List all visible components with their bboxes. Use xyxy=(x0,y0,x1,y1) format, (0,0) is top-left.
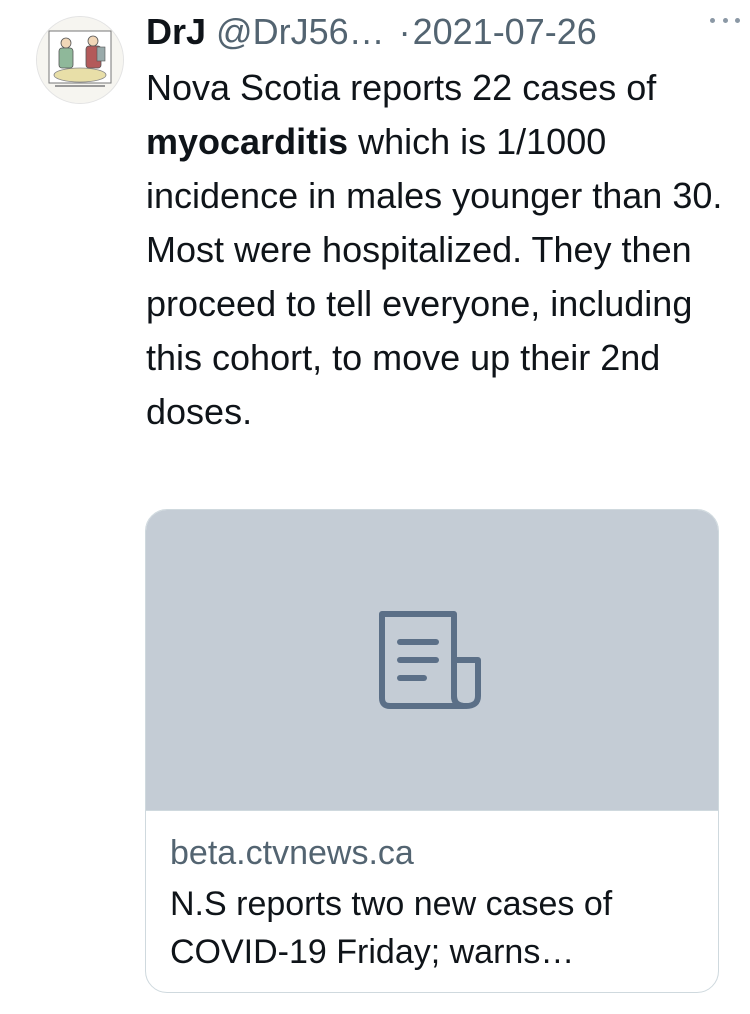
tweet-text: Nova Scotia reports 22 cases of myocardi… xyxy=(146,61,726,439)
link-card-domain: beta.ctvnews.ca xyxy=(170,834,414,872)
link-card-media xyxy=(146,510,718,811)
article-icon xyxy=(379,611,481,709)
ellipsis-icon[interactable] xyxy=(710,10,740,30)
cartoon-avatar-icon xyxy=(37,17,123,103)
tweet-text-part: Nova Scotia reports 22 cases of xyxy=(146,67,657,108)
tweet-text-bold: myocarditis xyxy=(146,121,349,162)
display-name[interactable]: DrJ xyxy=(146,10,206,54)
link-card-title: N.S reports two new cases of COVID-19 Fr… xyxy=(170,885,613,971)
tweet-text-part: which is 1/1000 incidence in males young… xyxy=(146,121,723,432)
tweet-header: DrJ @DrJ56… · 2021-07-26 xyxy=(146,10,726,54)
link-card[interactable]: beta.ctvnews.ca N.S reports two new case… xyxy=(145,509,719,993)
tweet-date[interactable]: 2021-07-26 xyxy=(413,10,597,54)
separator-dot: · xyxy=(398,11,411,52)
user-handle[interactable]: @DrJ56… xyxy=(216,10,385,54)
avatar[interactable] xyxy=(36,16,124,104)
tweet[interactable]: DrJ @DrJ56… · 2021-07-26 Nova Scotia rep… xyxy=(0,0,750,1014)
